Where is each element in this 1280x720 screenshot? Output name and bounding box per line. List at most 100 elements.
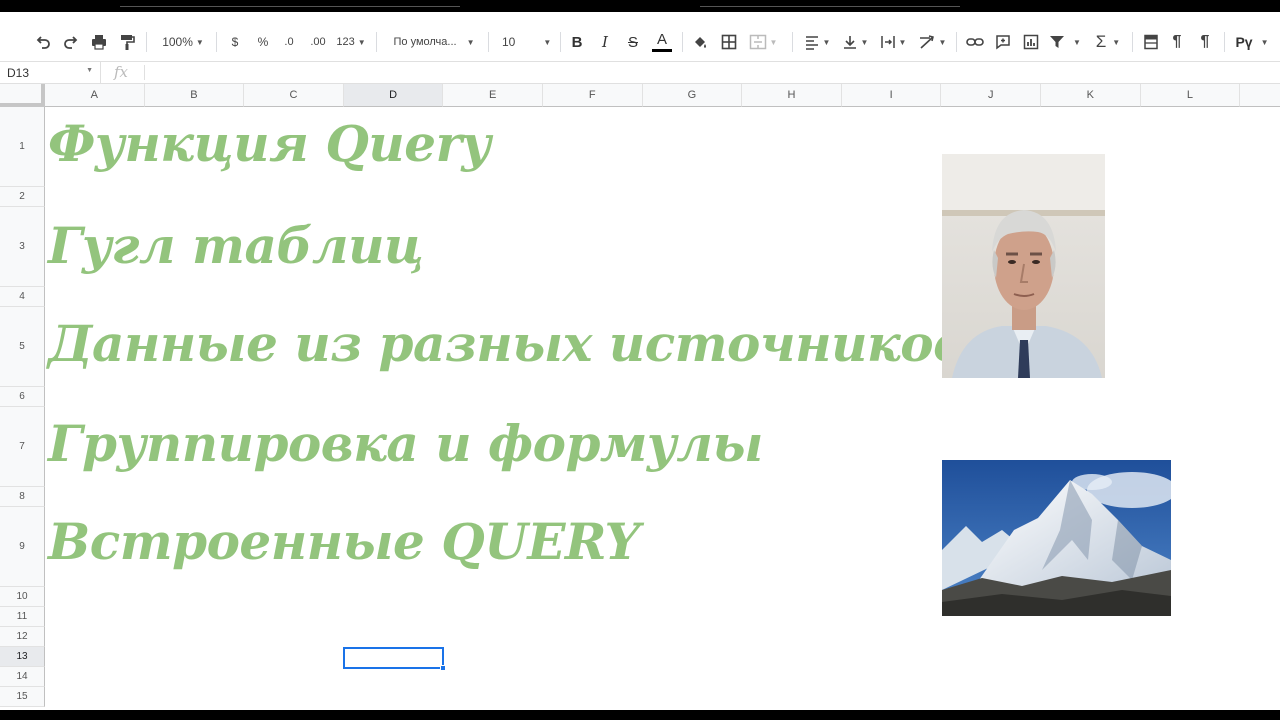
italic-button[interactable]: I: [596, 22, 614, 62]
fill-handle[interactable]: [440, 665, 446, 671]
chevron-down-icon: ▼: [860, 37, 869, 47]
borders-icon[interactable]: [718, 22, 740, 62]
column-header[interactable]: H: [742, 84, 842, 107]
row-header[interactable]: 12: [0, 627, 45, 647]
sigma-glyph: Σ: [1095, 32, 1107, 51]
vertical-align-icon[interactable]: ▼: [838, 22, 872, 62]
name-box[interactable]: D13 ▼: [0, 62, 101, 83]
horizontal-align-icon[interactable]: ▼: [800, 22, 834, 62]
row-header[interactable]: 15: [0, 687, 45, 707]
row-header[interactable]: 4: [0, 287, 45, 307]
formula-input[interactable]: [150, 62, 1270, 83]
mountain-photo[interactable]: [942, 460, 1171, 616]
rtl-paragraph-icon[interactable]: ¶: [1194, 22, 1216, 62]
input-tools-button[interactable]: Рү ▼: [1232, 22, 1272, 62]
currency-format-button[interactable]: $: [226, 22, 244, 62]
column-header[interactable]: I: [841, 84, 942, 107]
column-header[interactable]: F: [543, 84, 643, 107]
headline-google-sheets[interactable]: Гугл таблиц: [48, 216, 424, 275]
paint-format-icon[interactable]: [116, 22, 138, 62]
column-header[interactable]: B: [144, 84, 245, 107]
strikethrough-label: S: [627, 33, 638, 51]
text-rotation-icon[interactable]: ▼: [914, 22, 950, 62]
text-color-label: A: [656, 31, 667, 48]
merge-cells-icon[interactable]: ▼: [746, 22, 780, 62]
cell-reference: D13: [7, 66, 30, 80]
row-header[interactable]: 7: [0, 407, 45, 487]
selected-cell-d13[interactable]: [343, 647, 446, 671]
row-header[interactable]: 6: [0, 387, 45, 407]
column-header[interactable]: C: [244, 84, 344, 107]
toolbar-separator: [146, 32, 147, 52]
row-header[interactable]: 11: [0, 607, 45, 627]
row-header[interactable]: 3: [0, 207, 45, 287]
functions-icon[interactable]: Σ ▼: [1092, 22, 1124, 62]
column-header[interactable]: G: [642, 84, 743, 107]
chevron-down-icon: ▼: [822, 37, 831, 47]
toolbar-separator: [376, 32, 377, 52]
row-header[interactable]: 9: [0, 507, 45, 587]
input-lang-label: Рү: [1235, 34, 1253, 50]
chevron-down-icon: ▼: [898, 37, 907, 47]
column-header[interactable]: K: [1041, 84, 1141, 107]
increase-decimal-button[interactable]: .00: [305, 22, 331, 62]
decrease-decimal-label: .0: [284, 36, 294, 48]
zoom-select[interactable]: 100% ▼: [156, 22, 210, 62]
row-header[interactable]: 1: [0, 107, 45, 187]
bold-button[interactable]: B: [568, 22, 586, 62]
ltr-paragraph-icon[interactable]: ¶: [1166, 22, 1188, 62]
headline-embedded-query[interactable]: Встроенные QUERY: [48, 512, 640, 571]
row-header[interactable]: 10: [0, 587, 45, 607]
portrait-photo[interactable]: [942, 154, 1105, 378]
toolbar-separator: [792, 32, 793, 52]
insert-comment-icon[interactable]: [992, 22, 1014, 62]
number-format-select[interactable]: 123 ▼: [334, 22, 368, 62]
toolbar-separator: [956, 32, 957, 52]
print-icon[interactable]: [88, 22, 110, 62]
column-header[interactable]: D: [343, 84, 444, 107]
column-header[interactable]: A: [45, 84, 145, 107]
insert-link-icon[interactable]: [964, 22, 986, 62]
chevron-down-icon: ▼: [357, 37, 366, 47]
text-wrap-icon[interactable]: ▼: [876, 22, 910, 62]
filter-icon[interactable]: ▼: [1048, 22, 1082, 62]
chevron-down-icon: ▼: [1073, 37, 1081, 47]
row-header[interactable]: 13: [0, 647, 45, 667]
font-size-select[interactable]: 10 ▼: [498, 22, 554, 62]
headline-data-sources[interactable]: Данные из разных источников: [48, 314, 966, 373]
font-family-select[interactable]: По умолча... ▼: [388, 22, 480, 62]
title-strip-decoration: [120, 6, 460, 7]
redo-icon[interactable]: [60, 22, 82, 62]
row-header[interactable]: 2: [0, 187, 45, 207]
chevron-down-icon: ▼: [466, 37, 475, 47]
select-all-corner[interactable]: [0, 84, 45, 107]
chevron-down-icon: ▼: [86, 67, 93, 74]
formula-separator: [144, 65, 145, 80]
decrease-decimal-button[interactable]: .0: [278, 22, 300, 62]
row-header[interactable]: 5: [0, 307, 45, 387]
sheet-grid[interactable]: ABCDEFGHIJKL 1 2 3 4 5 6 7 8 9 10 11 12 13 14 15 Функц…: [0, 84, 1280, 710]
headline-grouping-formulas[interactable]: Группировка и формулы: [48, 414, 763, 473]
toolbar-separator: [1132, 32, 1133, 52]
row-header[interactable]: 14: [0, 667, 45, 687]
chevron-down-icon: ▼: [1260, 37, 1269, 47]
headline-function-query[interactable]: Функция Query: [48, 114, 490, 173]
pilcrow-glyph: ¶: [1200, 33, 1210, 50]
toolbar-separator: [216, 32, 217, 52]
text-color-button[interactable]: A: [650, 22, 674, 62]
bottom-strip: [0, 710, 1280, 720]
strikethrough-button[interactable]: S: [624, 22, 642, 62]
column-header[interactable]: L: [1140, 84, 1241, 107]
column-header[interactable]: E: [443, 84, 543, 107]
font-size-label: 10: [502, 35, 516, 49]
freeze-icon[interactable]: [1140, 22, 1162, 62]
percent-format-button[interactable]: %: [254, 22, 272, 62]
chevron-down-icon: ▼: [1112, 37, 1121, 47]
undo-icon[interactable]: [32, 22, 54, 62]
insert-chart-icon[interactable]: [1020, 22, 1042, 62]
fill-color-icon[interactable]: [690, 22, 710, 62]
row-header[interactable]: 8: [0, 487, 45, 507]
chevron-down-icon: ▼: [769, 37, 778, 47]
formula-bar: D13 ▼ fx: [0, 62, 1280, 84]
column-header[interactable]: J: [941, 84, 1041, 107]
